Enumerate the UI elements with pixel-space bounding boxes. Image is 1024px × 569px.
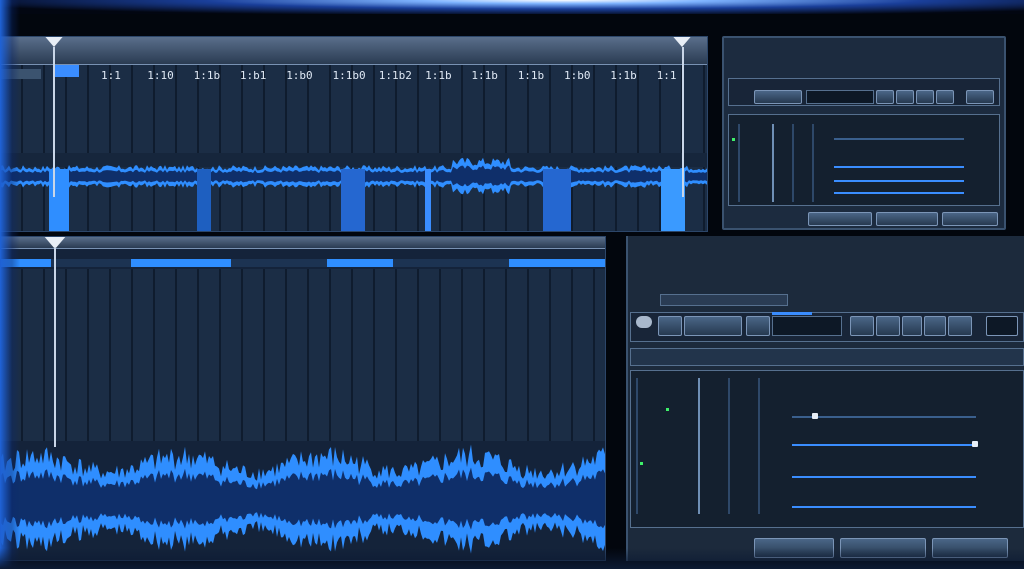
channel-fader[interactable] — [812, 124, 814, 202]
slider-knob[interactable] — [812, 413, 818, 419]
transport-button[interactable] — [916, 90, 934, 104]
param-slider[interactable] — [834, 138, 964, 140]
timeline-tick-label: 1:1b — [610, 69, 637, 82]
clip-block[interactable] — [341, 169, 365, 231]
region-block[interactable] — [131, 259, 231, 267]
timeline-tick-label: 1:1b — [471, 69, 498, 82]
param-slider[interactable] — [834, 166, 964, 168]
timeline-tick-label: 1:1 — [101, 69, 121, 82]
track-lanes-bottom — [1, 269, 605, 441]
bottom-edge-shade — [0, 548, 1024, 569]
left-edge-glow — [0, 0, 20, 569]
panel-button[interactable] — [942, 212, 998, 226]
timeline-tick-label: 1:1b2 — [378, 69, 412, 82]
top-waveform-panel: 1:1 1:10 1:1b 1:b1 1:b0 1:1b0 1:1b2 1:1b 1:1b 1:1… — [0, 36, 708, 232]
loop-end-line — [682, 47, 684, 197]
clip-block[interactable] — [197, 169, 211, 231]
transport-button[interactable] — [876, 90, 894, 104]
level-led — [640, 462, 643, 465]
timeline-ruler-bottom[interactable] — [1, 237, 605, 249]
param-slider[interactable] — [834, 180, 964, 182]
channel-fader[interactable] — [636, 378, 638, 514]
transport-button[interactable] — [966, 90, 994, 104]
timeline-tick-label: 1:10 — [147, 69, 174, 82]
time-display — [806, 90, 874, 104]
strip-button[interactable] — [924, 316, 946, 336]
timeline-tick-label: 1:1b — [425, 69, 452, 82]
strip-button[interactable] — [850, 316, 874, 336]
timeline-tick-label: 1:1b — [517, 69, 545, 82]
clip-block[interactable] — [543, 169, 571, 231]
channel-fader[interactable] — [738, 124, 740, 202]
channel-area — [630, 370, 1024, 528]
timeline-tick-label: 1:1 — [656, 69, 677, 82]
channel-fader[interactable] — [758, 378, 760, 514]
clip-blocks-top — [1, 169, 707, 231]
top-right-mixer-panel — [722, 36, 1006, 230]
section-header-bar — [630, 348, 1024, 366]
timeline-tick-label: 1:b1 — [239, 69, 267, 82]
param-slider[interactable] — [792, 444, 976, 446]
transport-button[interactable] — [896, 90, 914, 104]
transport-button[interactable] — [754, 90, 802, 104]
strip-button[interactable] — [658, 316, 682, 336]
waveform-bottom[interactable] — [1, 432, 606, 561]
channel-fader[interactable] — [698, 378, 700, 514]
value-indicator — [772, 312, 812, 315]
timeline-tick-label: 1:1b — [193, 69, 221, 82]
bottom-waveform-panel — [0, 236, 606, 561]
bottom-right-mixer-panel — [626, 236, 1024, 561]
level-led — [732, 138, 735, 141]
param-slider[interactable] — [792, 476, 976, 478]
clip-block[interactable] — [425, 169, 431, 231]
loop-end-marker[interactable] — [670, 37, 694, 47]
channel-fader[interactable] — [772, 124, 774, 202]
param-slider[interactable] — [792, 506, 976, 508]
timeline-ruler-top[interactable] — [1, 37, 707, 65]
slider-knob[interactable] — [972, 441, 978, 447]
region-block[interactable] — [327, 259, 393, 267]
loop-start-marker[interactable] — [42, 37, 66, 47]
strip-button[interactable] — [684, 316, 742, 336]
region-start-tag[interactable] — [55, 65, 79, 77]
strip-button[interactable] — [876, 316, 900, 336]
timeline-tick-label: 1:b0 — [564, 69, 591, 82]
timeline-tick-label: 1:1b0 — [332, 69, 366, 82]
param-slider[interactable] — [792, 416, 976, 418]
strip-button[interactable] — [746, 316, 770, 336]
timeline-tick-label: 1:b0 — [286, 69, 313, 82]
strip-button[interactable] — [902, 316, 922, 336]
power-icon[interactable] — [636, 316, 652, 328]
param-slider[interactable] — [834, 192, 964, 194]
level-led — [666, 408, 669, 411]
value-display — [772, 316, 842, 336]
preset-dropdown[interactable] — [660, 294, 788, 306]
channel-fader[interactable] — [728, 378, 730, 514]
channel-fader[interactable] — [792, 124, 794, 202]
clip-block[interactable] — [49, 169, 69, 231]
panel-button[interactable] — [808, 212, 872, 226]
region-block[interactable] — [509, 259, 605, 267]
top-light-glow — [0, 0, 1024, 14]
transport-button[interactable] — [936, 90, 954, 104]
strip-button[interactable] — [948, 316, 972, 336]
playhead-bottom[interactable] — [54, 247, 56, 447]
strip-button[interactable] — [986, 316, 1018, 336]
panel-button[interactable] — [876, 212, 938, 226]
